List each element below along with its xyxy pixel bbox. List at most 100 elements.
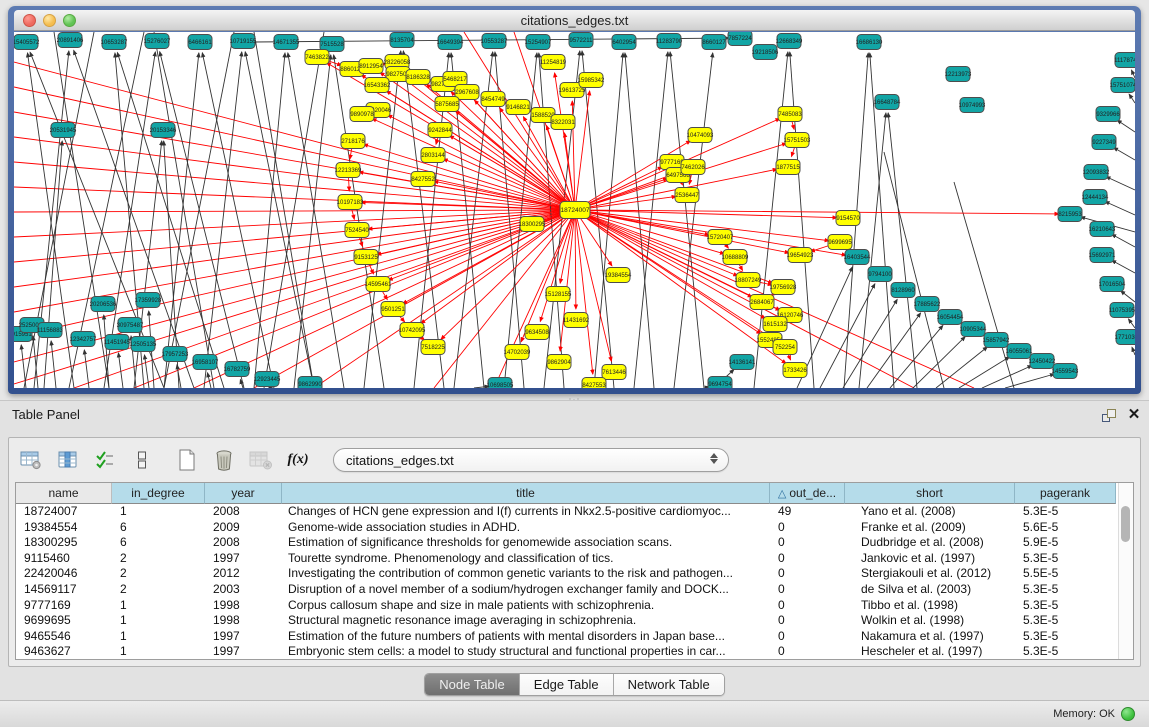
network-node[interactable]: 19384554: [605, 268, 632, 283]
network-node[interactable]: 7462026: [681, 160, 705, 175]
table-cell[interactable]: 1998: [205, 613, 282, 629]
network-node[interactable]: 9694754: [708, 377, 732, 389]
table-cell[interactable]: 2012: [205, 566, 282, 582]
network-node[interactable]: 17359928: [135, 293, 162, 308]
table-cell[interactable]: 5.3E-5: [1015, 644, 1116, 659]
table-cell[interactable]: 5.3E-5: [1015, 629, 1116, 645]
network-node[interactable]: 10474093: [687, 128, 714, 143]
table-row[interactable]: 911546021997Tourette syndrome. Phenomeno…: [16, 551, 1118, 567]
tab-network-table[interactable]: Network Table: [614, 674, 724, 695]
network-node[interactable]: 9890978: [350, 107, 374, 122]
network-canvas[interactable]: 1872400715405572208914061065328715276027…: [14, 32, 1135, 388]
network-node[interactable]: 15405572: [14, 35, 40, 50]
table-cell[interactable]: Investigating the contribution of common…: [282, 566, 770, 582]
network-node[interactable]: 1733426: [783, 363, 807, 378]
table-cell[interactable]: Franke et al. (2009): [845, 520, 1015, 536]
table-cell[interactable]: 9115460: [16, 551, 112, 567]
table-cell[interactable]: Stergiakouli et al. (2012): [845, 566, 1015, 582]
network-node[interactable]: 9634508: [525, 325, 549, 340]
network-node[interactable]: 2803144: [421, 148, 445, 163]
network-node[interactable]: 9154570: [836, 211, 860, 226]
table-cell[interactable]: 2: [112, 551, 205, 567]
network-node[interactable]: 16210643: [1089, 222, 1116, 237]
table-cell[interactable]: 49: [770, 504, 845, 520]
table-cell[interactable]: 0: [770, 644, 845, 659]
table-cell[interactable]: 0: [770, 520, 845, 536]
table-cell[interactable]: 5.3E-5: [1015, 613, 1116, 629]
table-cell[interactable]: 9465546: [16, 629, 112, 645]
network-node[interactable]: 11156883: [37, 323, 63, 338]
network-node[interactable]: 8128960: [891, 283, 915, 298]
table-cell[interactable]: Genome-wide association studies in ADHD.: [282, 520, 770, 536]
network-node[interactable]: 8427553: [582, 378, 606, 389]
table-cell[interactable]: Embryonic stem cells: a model to study s…: [282, 644, 770, 659]
network-node[interactable]: 16055061: [1006, 344, 1033, 359]
network-node[interactable]: 16782759: [224, 362, 251, 377]
vertical-scrollbar[interactable]: [1118, 483, 1133, 659]
network-node[interactable]: 15692971: [1089, 248, 1116, 263]
network-node[interactable]: 12213973: [945, 67, 972, 82]
column-header-year[interactable]: year: [205, 483, 282, 504]
table-settings-button[interactable]: [17, 446, 45, 474]
network-node[interactable]: 10698505: [487, 378, 514, 389]
table-row[interactable]: 946554611997Estimation of the future num…: [16, 629, 1118, 645]
network-node[interactable]: 15751074: [1110, 78, 1135, 93]
table-row[interactable]: 946362711997Embryonic stem cells: a mode…: [16, 644, 1118, 659]
network-node[interactable]: 12342757: [70, 332, 97, 347]
column-header-pagerank[interactable]: pagerank: [1015, 483, 1116, 504]
network-node[interactable]: 7518225: [421, 340, 445, 355]
network-node[interactable]: 16054454: [937, 310, 964, 325]
network-node[interactable]: 9153125: [354, 250, 378, 265]
table-cell[interactable]: Dudbridge et al. (2008): [845, 535, 1015, 551]
table-cell[interactable]: 18300295: [16, 535, 112, 551]
close-panel-icon[interactable]: ✕: [1125, 406, 1143, 424]
network-node[interactable]: 10974993: [959, 98, 986, 113]
network-node[interactable]: 17710305: [1115, 330, 1135, 345]
network-node[interactable]: 2718176: [341, 134, 365, 149]
network-node[interactable]: 9227349: [1092, 135, 1116, 150]
network-node[interactable]: 7857224: [728, 32, 752, 46]
table-cell[interactable]: Nakamura et al. (1997): [845, 629, 1015, 645]
table-cell[interactable]: 9463627: [16, 644, 112, 659]
table-cell[interactable]: 1997: [205, 644, 282, 659]
table-cell[interactable]: 5.3E-5: [1015, 504, 1116, 520]
table-cell[interactable]: Jankovic et al. (1997): [845, 551, 1015, 567]
table-cell[interactable]: 6: [112, 535, 205, 551]
network-node[interactable]: 15751503: [784, 133, 811, 148]
table-cell[interactable]: 2003: [205, 582, 282, 598]
network-node[interactable]: 7524540: [345, 223, 369, 238]
network-node[interactable]: 12093832: [1083, 165, 1110, 180]
table-cell[interactable]: Structural magnetic resonance image aver…: [282, 613, 770, 629]
network-node[interactable]: 15857942: [983, 333, 1010, 348]
column-header-in_degree[interactable]: in_degree: [112, 483, 205, 504]
network-node[interactable]: 8322031: [551, 115, 575, 130]
network-node[interactable]: 15985342: [578, 73, 605, 88]
network-node[interactable]: 6466161: [188, 35, 212, 50]
network-node[interactable]: 9572211: [569, 33, 593, 48]
network-node[interactable]: 19654923: [787, 248, 814, 263]
network-node[interactable]: 19218506: [752, 45, 779, 60]
network-node[interactable]: 10719155: [230, 34, 257, 49]
table-cell[interactable]: 1: [112, 613, 205, 629]
network-node[interactable]: 14671355: [273, 35, 300, 50]
network-node[interactable]: 18724007: [560, 202, 590, 219]
column-header-out_de[interactable]: △out_de...: [770, 483, 845, 504]
network-node[interactable]: 14136141: [729, 355, 756, 370]
network-node[interactable]: 12450422: [1029, 354, 1056, 369]
network-node[interactable]: 10742095: [399, 323, 426, 338]
table-row[interactable]: 1938455462009Genome-wide association stu…: [16, 520, 1118, 536]
table-cell[interactable]: 2: [112, 582, 205, 598]
network-node[interactable]: 17016504: [1099, 277, 1126, 292]
network-node[interactable]: 11283790: [656, 34, 683, 49]
network-node[interactable]: 9699695: [828, 235, 852, 250]
network-node[interactable]: 15720407: [707, 230, 734, 245]
table-cell[interactable]: 22420046: [16, 566, 112, 582]
network-node[interactable]: 9794100: [868, 267, 892, 282]
show-columns-button[interactable]: [54, 446, 82, 474]
network-node[interactable]: 14702039: [504, 345, 531, 360]
network-node[interactable]: 10553287: [481, 34, 508, 49]
network-node[interactable]: 20891406: [57, 33, 84, 48]
table-cell[interactable]: 0: [770, 566, 845, 582]
table-cell[interactable]: Disruption of a novel member of a sodium…: [282, 582, 770, 598]
table-cell[interactable]: de Silva et al. (2003): [845, 582, 1015, 598]
